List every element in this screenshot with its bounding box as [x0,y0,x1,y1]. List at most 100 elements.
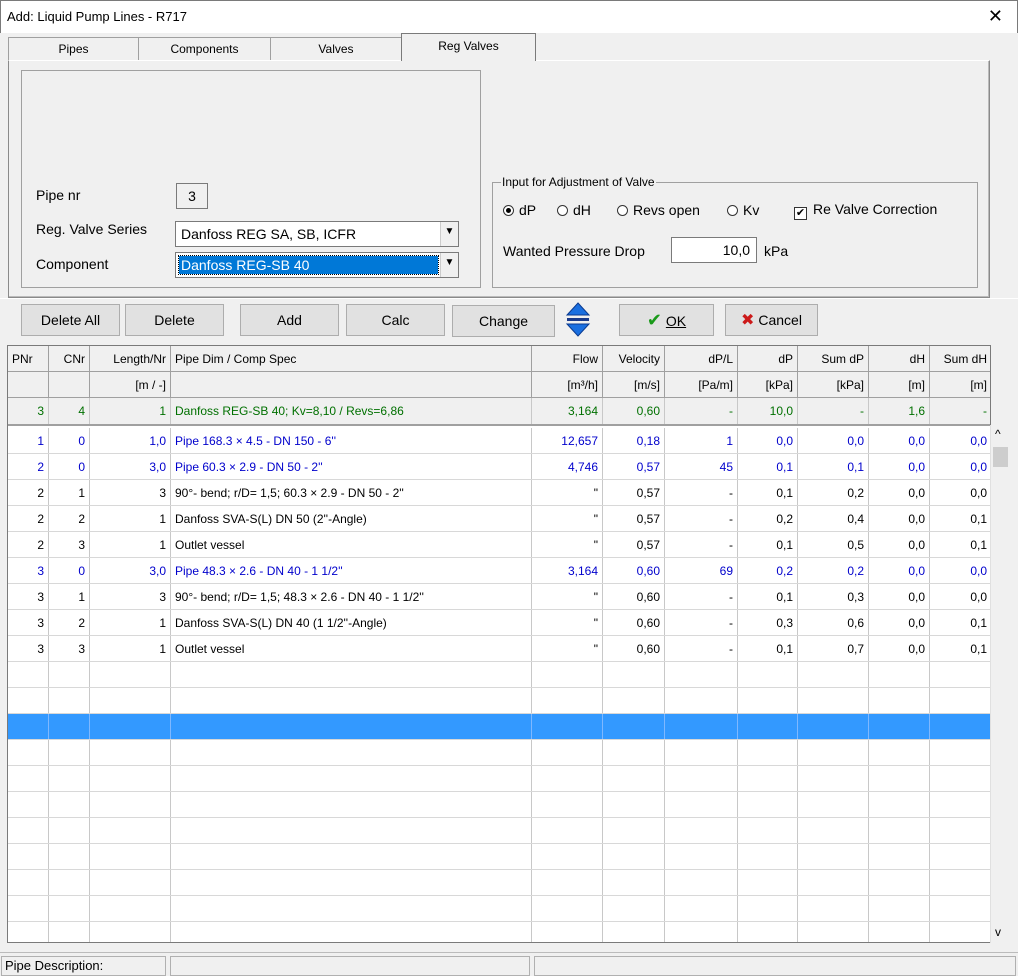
calc-button[interactable]: Calc [346,304,445,336]
add-button[interactable]: Add [240,304,339,336]
radio-dh-label: dH [573,202,591,218]
cell-flow: Flow [532,346,603,371]
cell-length: 1 [90,506,171,531]
cell-sum-dp [798,740,869,765]
cell-length [90,870,171,895]
cell-sum-dh [930,818,990,843]
cancel-button[interactable]: ✖ Cancel [725,304,818,336]
status-panel-right [534,956,1016,976]
checkmark-icon: ✔ [646,310,662,330]
cell-dp [738,896,798,921]
radio-dp-label: dP [519,202,537,218]
ok-label: OK [665,313,687,329]
radio-kv[interactable]: Kv [727,202,759,218]
chevron-down-icon[interactable]: ▼ [440,222,458,246]
cell-sum-dh: 0,0 [930,584,990,609]
tab-pipes[interactable]: Pipes [8,37,139,61]
cell-spec [171,896,532,921]
cell-sum-dh [930,662,990,687]
empty-row[interactable] [8,922,990,942]
empty-row[interactable] [8,818,990,844]
cell-sum-dh: 0,0 [930,558,990,583]
empty-row[interactable] [8,870,990,896]
cell-dh: 0,0 [869,532,930,557]
cell-cnr: 3 [49,636,90,661]
table-row[interactable]: 2 0 3,0 Pipe 60.3 × 2.9 - DN 50 - 2'' 4,746 0… [8,454,990,480]
wanted-pressure-input[interactable]: 10,0 [671,237,757,263]
cell-flow [532,870,603,895]
cell-cnr [49,372,90,397]
table-row[interactable]: 2 3 1 Outlet vessel " 0,57-0,1 0,5 0,0 0,1 [8,532,990,558]
chevron-down-icon[interactable]: v [995,925,1001,939]
cell-dp [738,740,798,765]
cell-sum-dh [930,844,990,869]
empty-row[interactable] [8,844,990,870]
cell-length [90,792,171,817]
empty-row[interactable] [8,766,990,792]
cell-sum-dh: 0,1 [930,610,990,635]
cell-flow [532,896,603,921]
cell-spec: Pipe 168.3 × 4.5 - DN 150 - 6'' [171,428,532,453]
table-row[interactable]: 2 2 1 Danfoss SVA-S(L) DN 50 (2''-Angle) " 0,… [8,506,990,532]
cell-velocity: 0,18 [603,428,665,453]
cell-spec [171,688,532,713]
radio-dh[interactable]: dH [557,202,591,218]
cell-velocity [603,714,665,739]
cell-cnr: CNr [49,346,90,371]
cell-spec [171,818,532,843]
table-row[interactable]: 3 3 1 Outlet vessel " 0,60-0,1 0,7 0,0 0,1 [8,636,990,662]
selected-empty-row[interactable] [8,714,990,740]
series-select[interactable]: Danfoss REG SA, SB, ICFR ▼ [175,221,459,247]
chevron-up-icon[interactable]: ^ [995,427,1001,441]
ok-button[interactable]: ✔ OK [619,304,714,336]
cell-pnr: 1 [8,428,49,453]
tab-valves[interactable]: Valves [270,37,402,61]
table-row[interactable]: 3 1 3 90°- bend; r/D= 1,5; 48.3 × 2.6 - DN … [8,584,990,610]
pipe-nr-field[interactable]: 3 [176,183,208,209]
cell-flow: " [532,532,603,557]
table-row[interactable]: 3 0 3,0 Pipe 48.3 × 2.6 - DN 40 - 1 1/2'' 3,… [8,558,990,584]
table-row[interactable]: 3 2 1 Danfoss SVA-S(L) DN 40 (1 1/2''-Angle… [8,610,990,636]
tab-reg-valves[interactable]: Reg Valves [401,33,536,61]
cell-sum-dh: Sum dH [930,346,990,371]
change-button[interactable]: Change [452,305,555,337]
cell-length: 3 [90,584,171,609]
summary-row[interactable]: 3 4 1 Danfoss REG-SB 40; Kv=8,10 / Revs=6,8… [8,398,990,426]
empty-row[interactable] [8,662,990,688]
empty-row[interactable] [8,792,990,818]
vertical-scrollbar[interactable]: ^ v [990,425,1009,943]
empty-row[interactable] [8,688,990,714]
radio-dp[interactable]: dP [503,202,536,218]
delete-button[interactable]: Delete [125,304,224,336]
re-valve-correction-checkbox[interactable]: ✔ Re Valve Correction [794,201,937,220]
empty-row[interactable] [8,896,990,922]
table-row[interactable]: 1 0 1,0 Pipe 168.3 × 4.5 - DN 150 - 6'' 12,6… [8,428,990,454]
cell-cnr: 1 [49,584,90,609]
cell-pnr: 2 [8,480,49,505]
cell-cnr [49,662,90,687]
cell-dp: [kPa] [738,372,798,397]
empty-row[interactable] [8,740,990,766]
chevron-down-icon[interactable]: ▼ [440,253,458,277]
component-select[interactable]: Danfoss REG-SB 40 ▼ [175,252,459,278]
delete-all-button[interactable]: Delete All [21,304,120,336]
tab-components[interactable]: Components [138,37,271,61]
results-grid[interactable]: PNr CNr Length/Nr Pipe Dim / Comp Spec Flow V… [7,345,991,943]
cell-sum-dp: - [798,398,869,424]
move-row-spinner[interactable] [563,301,593,339]
cell-pnr: PNr [8,346,49,371]
cell-sum-dp: 0,1 [798,454,869,479]
cell-sum-dp: 0,3 [798,584,869,609]
cell-cnr [49,870,90,895]
cell-flow [532,714,603,739]
cell-dp: 0,1 [738,584,798,609]
cell-dpl [665,870,738,895]
cell-spec [171,740,532,765]
close-icon[interactable]: ✕ [988,6,1003,26]
cell-sum-dh: 0,1 [930,506,990,531]
scrollbar-thumb[interactable] [993,447,1008,467]
pipe-nr-label: Pipe nr [36,187,81,203]
table-row[interactable]: 2 1 3 90°- bend; r/D= 1,5; 60.3 × 2.9 - DN … [8,480,990,506]
radio-revs-open[interactable]: Revs open [617,202,700,218]
cell-dh [869,844,930,869]
